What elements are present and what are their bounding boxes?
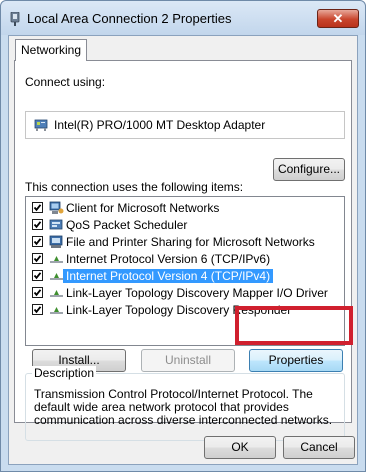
checkbox[interactable] <box>32 202 43 213</box>
item-label: File and Printer Sharing for Microsoft N… <box>66 235 315 249</box>
protocol-icon <box>50 307 63 314</box>
list-item[interactable]: File and Printer Sharing for Microsoft N… <box>26 234 344 251</box>
description-legend: Description <box>32 366 97 380</box>
ok-button[interactable]: OK <box>204 436 276 459</box>
description-group: Description Transmission Control Protoco… <box>25 366 345 441</box>
tab-networking[interactable]: Networking <box>15 39 87 61</box>
check-icon <box>33 221 42 229</box>
item-label: Link-Layer Topology Discovery Mapper I/O… <box>66 286 328 300</box>
cancel-button[interactable]: Cancel <box>283 436 355 459</box>
adapter-name: Intel(R) PRO/1000 MT Desktop Adapter <box>54 118 266 132</box>
item-label: Internet Protocol Version 6 (TCP/IPv6) <box>66 252 271 266</box>
check-icon <box>33 204 42 212</box>
properties-button[interactable]: Properties <box>249 349 343 372</box>
close-button[interactable]: ✕ <box>317 9 359 28</box>
protocol-icon <box>50 256 63 263</box>
file-printer-sharing-icon <box>49 235 63 248</box>
checkbox[interactable] <box>32 253 43 264</box>
list-item[interactable]: Client for Microsoft Networks <box>26 200 344 217</box>
description-text: Transmission Control Protocol/Internet P… <box>34 387 333 427</box>
close-icon: ✕ <box>332 11 344 26</box>
highlight-frame <box>235 306 353 345</box>
qos-icon <box>49 219 63 230</box>
check-icon <box>33 306 42 314</box>
check-icon <box>33 289 42 297</box>
title-bar[interactable]: Local Area Connection 2 Properties ✕ <box>1 1 365 35</box>
properties-dialog: Local Area Connection 2 Properties ✕ Net… <box>0 0 366 472</box>
item-label: QoS Packet Scheduler <box>66 218 188 232</box>
item-label: Internet Protocol Version 4 (TCP/IPv4) <box>63 269 274 283</box>
check-icon <box>33 255 42 263</box>
list-item-selected[interactable]: Internet Protocol Version 4 (TCP/IPv4) <box>26 268 344 285</box>
network-connection-icon <box>10 12 20 26</box>
items-label: This connection uses the following items… <box>25 180 244 194</box>
dialog-client-area: Networking Connect using: Intel(R) PRO/1… <box>8 35 358 465</box>
configure-button[interactable]: Configure... <box>273 158 345 181</box>
connect-using-label: Connect using: <box>25 75 106 89</box>
protocol-icon <box>50 273 63 280</box>
item-label: Client for Microsoft Networks <box>66 201 220 215</box>
check-icon <box>33 272 42 280</box>
window-title: Local Area Connection 2 Properties <box>27 11 232 26</box>
check-icon <box>33 238 42 246</box>
checkbox[interactable] <box>32 236 43 247</box>
checkbox[interactable] <box>32 287 43 298</box>
network-adapter-icon <box>34 119 48 131</box>
list-item[interactable]: QoS Packet Scheduler <box>26 217 344 234</box>
protocol-icon <box>50 290 63 297</box>
list-item[interactable]: Link-Layer Topology Discovery Mapper I/O… <box>26 285 344 302</box>
checkbox[interactable] <box>32 270 43 281</box>
checkbox[interactable] <box>32 219 43 230</box>
networking-panel: Connect using: Intel(R) PRO/1000 MT Desk… <box>14 60 352 441</box>
list-item[interactable]: Internet Protocol Version 6 (TCP/IPv6) <box>26 251 344 268</box>
checkbox[interactable] <box>32 304 43 315</box>
uninstall-button[interactable]: Uninstall <box>141 349 235 372</box>
client-icon <box>49 201 64 214</box>
adapter-field: Intel(R) PRO/1000 MT Desktop Adapter <box>25 111 345 139</box>
